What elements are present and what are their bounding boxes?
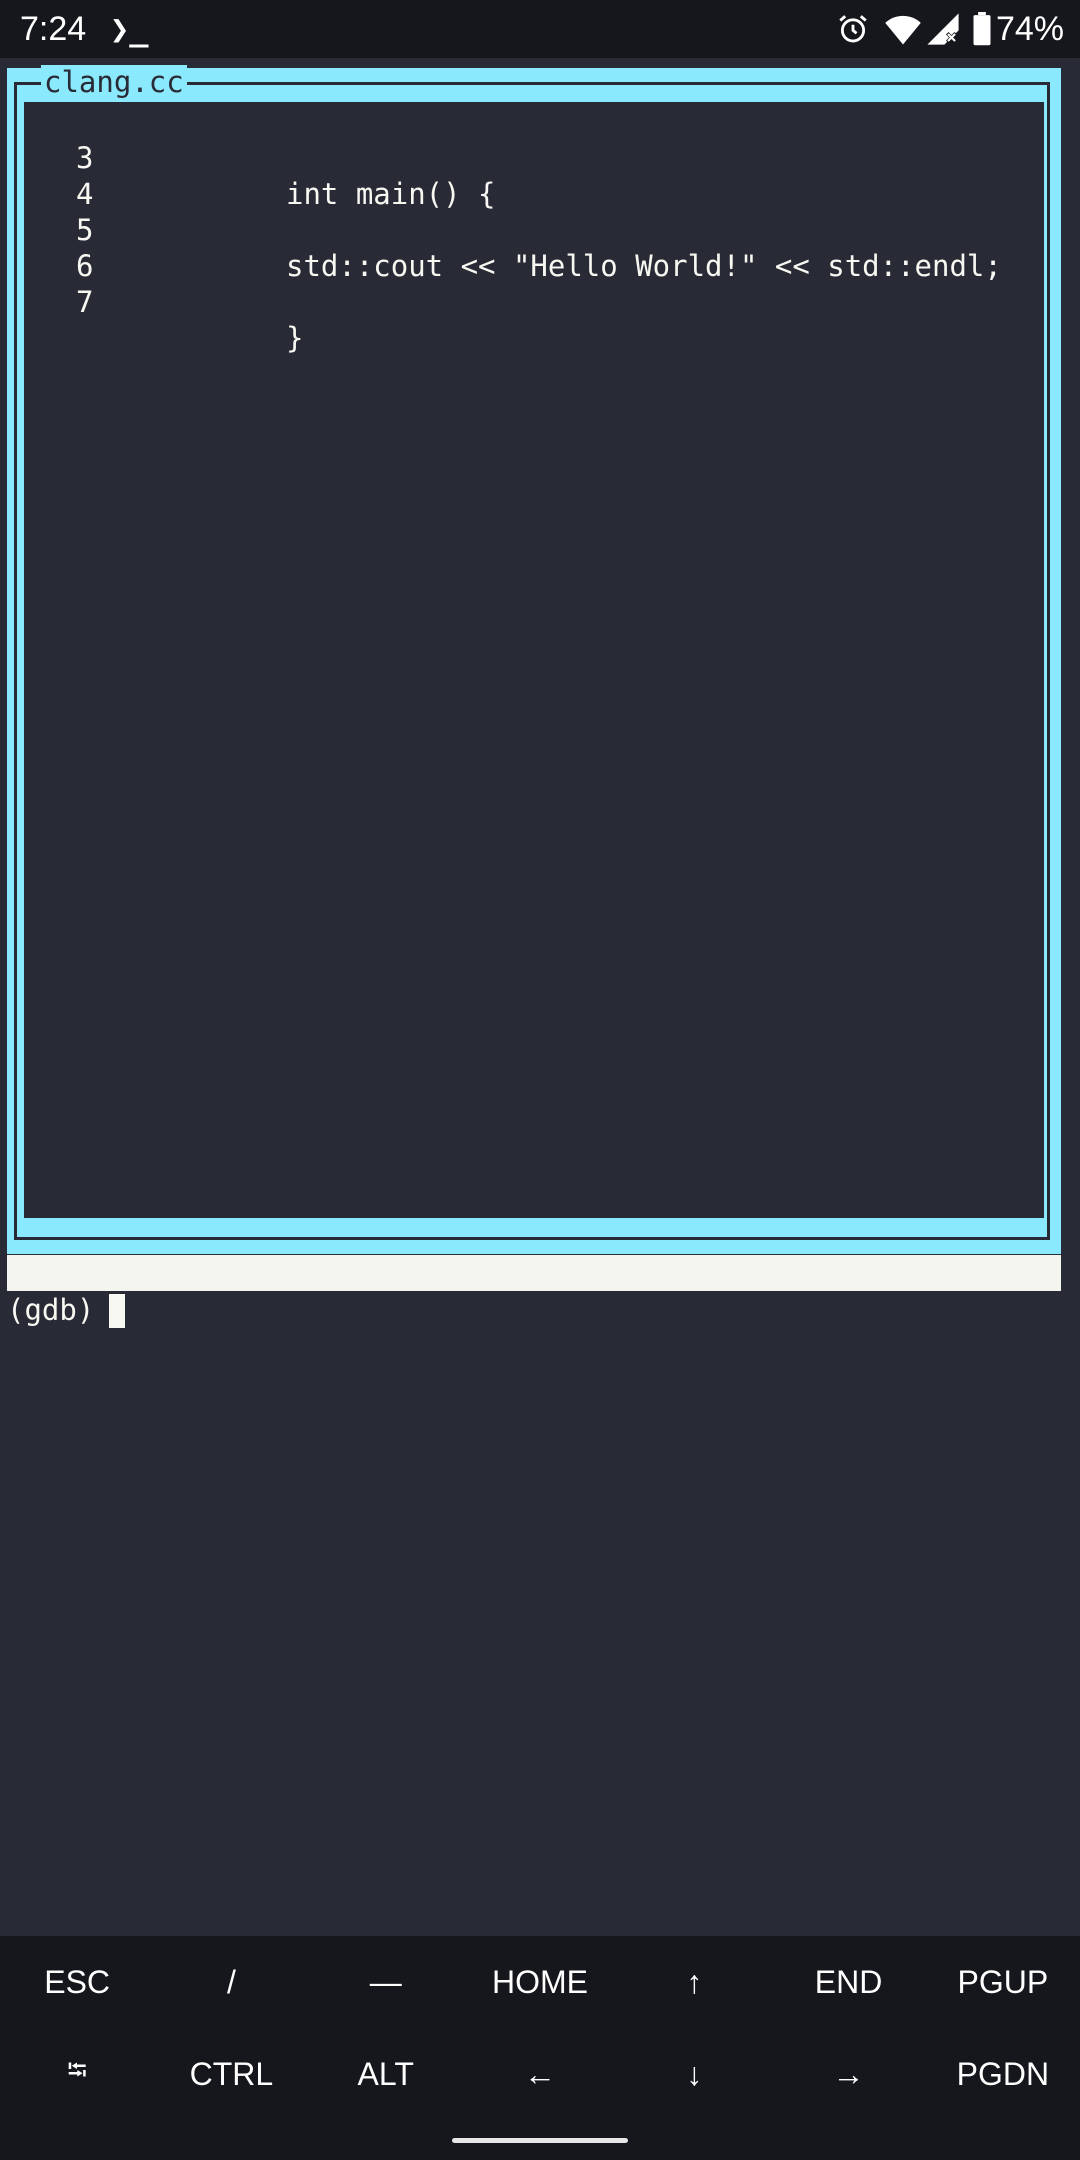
line-indicator: L?? [840, 1328, 893, 1362]
pgdn-key[interactable]: PGDN [926, 2028, 1080, 2120]
home-key[interactable]: HOME [463, 1936, 617, 2028]
battery-icon [972, 12, 992, 46]
ctrl-key[interactable]: CTRL [154, 2028, 308, 2120]
source-code-area[interactable]: 3 int main() { 4 5 std::cout << "Hello W… [24, 102, 1044, 1218]
battery-percent: 74% [995, 10, 1064, 48]
pc-indicator: PC: ?? [942, 1364, 1047, 1398]
code-line: 7 } [24, 248, 1044, 355]
status-time: 7:24 [20, 10, 87, 48]
code-line: 5 std::cout << "Hello World!" << std::en… [24, 176, 1044, 283]
terminal-cursor[interactable] [109, 1294, 125, 1328]
up-arrow-key[interactable]: ↑ [617, 1936, 771, 2028]
extra-keys-bar: ESC / — HOME ↑ END PGUP ⭾ CTRL ALT ← ↓ →… [0, 1936, 1080, 2160]
code-line: 4 [24, 140, 1044, 211]
line-number: 7 [76, 285, 94, 319]
tab-key[interactable]: ⭾ [0, 2028, 154, 2120]
left-arrow-key[interactable]: ← [463, 2028, 617, 2120]
wifi-icon [884, 12, 922, 46]
source-filename: clang.cc [41, 65, 187, 99]
alarm-icon [836, 12, 870, 46]
line-code: } [286, 321, 304, 355]
status-icons: 74% [836, 6, 1064, 52]
signal-no-data-icon [926, 12, 960, 46]
esc-key[interactable]: ESC [0, 1936, 154, 2028]
dash-key[interactable]: — [309, 1936, 463, 2028]
pgup-key[interactable]: PGUP [926, 1936, 1080, 2028]
extra-keys-row: ESC / — HOME ↑ END PGUP [0, 1936, 1080, 2028]
gesture-nav-handle[interactable] [452, 2138, 628, 2143]
code-line: 6 [24, 212, 1044, 283]
alt-key[interactable]: ALT [309, 2028, 463, 2120]
source-window: clang.cc 3 int main() { 4 5 std::cout <<… [7, 65, 1061, 1254]
tui-status-line: exec No process In: L?? PC: ?? [7, 1255, 1061, 1398]
extra-keys-row: ⭾ CTRL ALT ← ↓ → PGDN [0, 2028, 1080, 2120]
down-arrow-key[interactable]: ↓ [617, 2028, 771, 2120]
code-line: 3 int main() { [24, 104, 1044, 211]
right-arrow-key[interactable]: → [771, 2028, 925, 2120]
status-bar: 7:24 ❯_ 74% [0, 0, 1080, 58]
gdb-prompt: (gdb) [7, 1293, 95, 1327]
terminal-notification-icon: ❯_ [110, 10, 149, 48]
slash-key[interactable]: / [154, 1936, 308, 2028]
end-key[interactable]: END [771, 1936, 925, 2028]
